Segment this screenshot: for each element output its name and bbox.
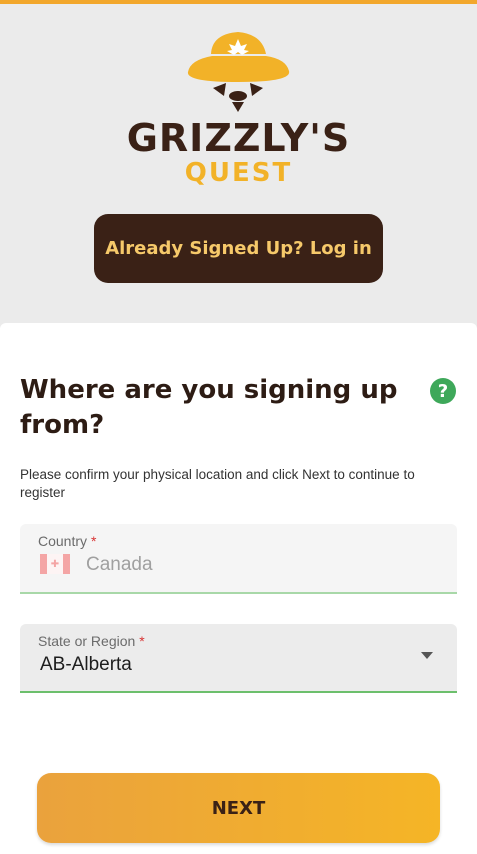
next-button[interactable]: NEXT — [37, 773, 440, 843]
country-label: Country * — [38, 533, 96, 549]
form-description: Please confirm your physical location an… — [20, 467, 415, 500]
brand-name-bottom: QUEST — [184, 158, 293, 188]
region-select[interactable]: State or Region * AB-Alberta — [20, 624, 457, 693]
required-marker: * — [91, 533, 97, 549]
country-field: Country * ✚ Canada — [20, 524, 457, 594]
dropdown-arrow-icon[interactable] — [421, 652, 433, 659]
country-value: Canada — [86, 554, 153, 575]
page-title: Where are you signing up from? — [20, 375, 398, 440]
region-label-text: State or Region — [38, 633, 136, 649]
log-in-button[interactable]: Already Signed Up? Log in — [94, 214, 383, 283]
brand-logo: GRIZZLY'S QUEST — [0, 4, 477, 194]
help-icon[interactable]: ? — [430, 378, 456, 404]
country-label-text: Country — [38, 533, 88, 549]
region-label: State or Region * — [38, 633, 145, 649]
required-marker: * — [139, 633, 145, 649]
brand-name-top: GRIZZLY'S — [126, 116, 351, 160]
canada-flag-icon: ✚ — [40, 554, 70, 574]
bear-ranger-hat-icon — [187, 32, 290, 112]
region-value: AB-Alberta — [40, 654, 132, 675]
